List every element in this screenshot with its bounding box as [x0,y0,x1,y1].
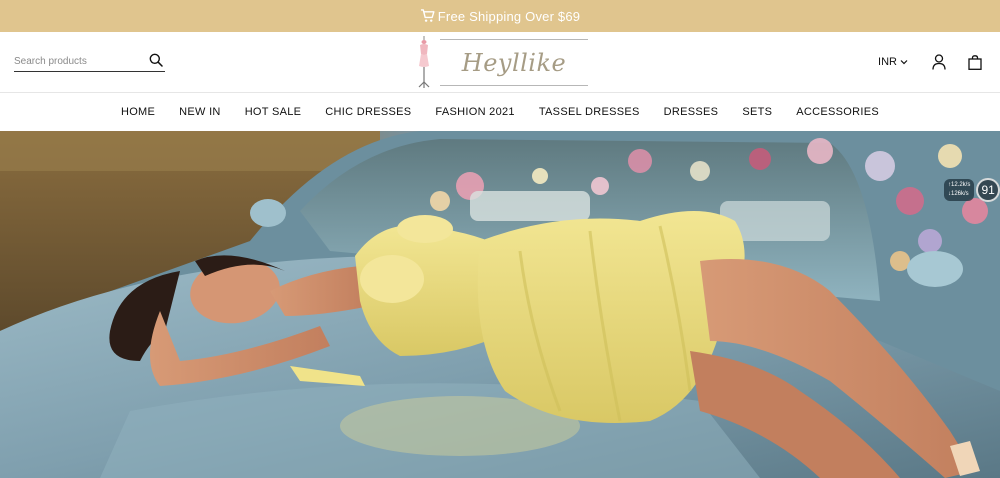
speed-stats: ↑12.2k/s ↓126k/s [944,179,975,201]
nav-item-fashion-2021[interactable]: FASHION 2021 [435,106,514,118]
bag-icon[interactable] [968,54,982,70]
search-icon[interactable] [149,53,163,67]
hero-image [0,131,1000,478]
main-navigation: HOME NEW IN HOT SALE CHIC DRESSES FASHIO… [0,93,1000,131]
announcement-bar: Free Shipping Over $69 [0,0,1000,32]
nav-item-accessories[interactable]: ACCESSORIES [796,106,879,118]
nav-item-chic-dresses[interactable]: CHIC DRESSES [325,106,411,118]
speed-percent: 91 [976,178,1000,202]
nav-item-tassel-dresses[interactable]: TASSEL DRESSES [539,106,640,118]
currency-label: INR [878,56,897,68]
header-utilities: INR [878,53,982,71]
nav-item-home[interactable]: HOME [121,106,155,118]
nav-item-dresses[interactable]: DRESSES [664,106,719,118]
hero-banner[interactable]: ↑12.2k/s ↓126k/s 91 [0,131,1000,478]
chevron-down-icon [900,60,908,65]
currency-selector[interactable]: INR [878,56,908,68]
nav-item-sets[interactable]: SETS [742,106,772,118]
mannequin-icon [418,36,430,88]
brand-logo[interactable]: Heyllike [412,36,590,90]
user-icon[interactable] [932,54,946,70]
nav-item-hot-sale[interactable]: HOT SALE [245,106,302,118]
download-speed: ↓126k/s [948,191,969,197]
cart-icon [420,9,435,22]
site-header: Heyllike INR [0,32,1000,93]
speed-badge: ↑12.2k/s ↓126k/s 91 [944,175,1000,205]
search-input[interactable] [14,52,142,71]
nav-item-new-in[interactable]: NEW IN [179,106,221,118]
search-bar [14,52,165,72]
announcement-text: Free Shipping Over $69 [437,8,581,24]
logo-text: Heyllike [461,48,567,77]
logo-frame: Heyllike [440,39,588,86]
upload-speed: ↑12.2k/s [948,182,971,188]
